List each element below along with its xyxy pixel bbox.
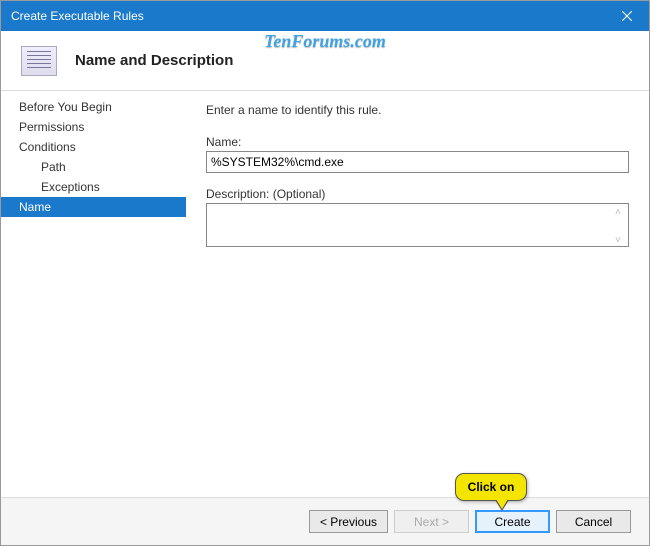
page-title: Name and Description [75,52,233,69]
sidebar-item-conditions[interactable]: Conditions [1,137,186,157]
footer: < Previous Next > Create Cancel [1,497,649,545]
titlebar: Create Executable Rules [1,1,649,31]
wizard-window: Create Executable Rules TenForums.com Na… [0,0,650,546]
description-label: Description: (Optional) [206,187,629,201]
description-input[interactable] [206,203,629,247]
previous-button[interactable]: < Previous [309,510,388,533]
sidebar-item-path[interactable]: Path [1,157,186,177]
content-panel: Enter a name to identify this rule. Name… [186,91,649,499]
sidebar-item-exceptions[interactable]: Exceptions [1,177,186,197]
instruction-text: Enter a name to identify this rule. [206,103,629,117]
cancel-button[interactable]: Cancel [556,510,631,533]
create-button[interactable]: Create [475,510,550,533]
callout-text: Click on [468,480,515,494]
close-icon [622,11,632,21]
header: Name and Description [1,31,649,91]
close-button[interactable] [604,1,649,31]
sidebar-item-before-you-begin[interactable]: Before You Begin [1,97,186,117]
name-input[interactable] [206,151,629,173]
next-button: Next > [394,510,469,533]
wizard-book-icon [21,46,57,76]
sidebar-item-permissions[interactable]: Permissions [1,117,186,137]
body: Before You Begin Permissions Conditions … [1,91,649,499]
name-label: Name: [206,135,629,149]
window-title: Create Executable Rules [11,9,144,23]
tutorial-callout: Click on [455,473,527,501]
sidebar: Before You Begin Permissions Conditions … [1,91,186,499]
sidebar-item-name[interactable]: Name [1,197,186,217]
